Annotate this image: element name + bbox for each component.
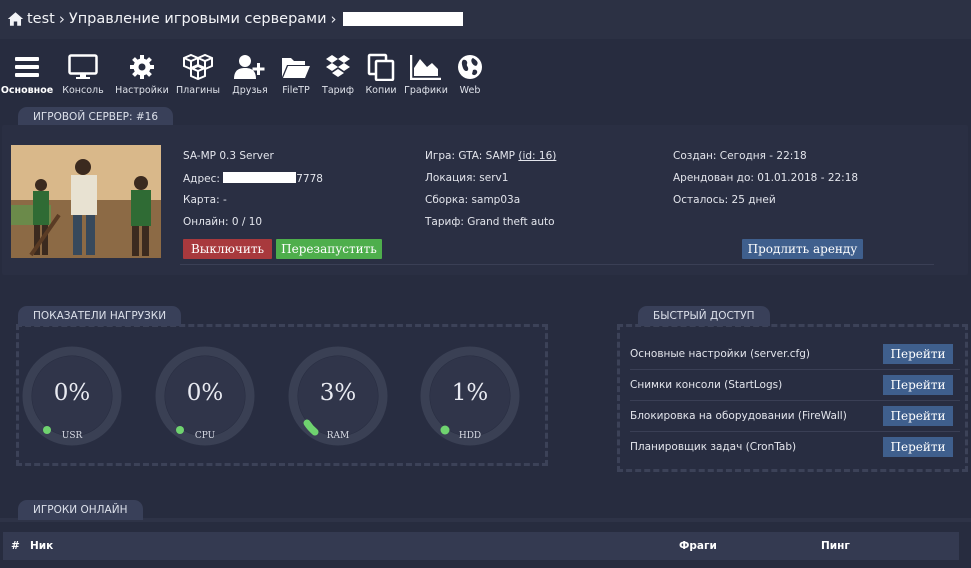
tool-friends[interactable]: Друзья [224, 52, 276, 98]
players-table-header: # Ник Фраги Пинг [3, 532, 959, 560]
tool-plugins[interactable]: Плагины [172, 52, 224, 98]
gauge-label: USR [61, 431, 83, 441]
breadcrumb-bar: test › Управление игровыми серверами › [0, 0, 971, 39]
server-remaining: Осталось: 25 дней [673, 194, 776, 206]
address-port: 7778 [296, 173, 323, 185]
tool-label: Тариф [322, 85, 354, 96]
globe-icon [458, 55, 482, 79]
quick-item-label: Планировщик задач (CronTab) [630, 441, 797, 453]
home-icon[interactable] [7, 11, 24, 27]
gauge-value: 3% [319, 380, 357, 406]
gauge-ram: 3% RAM [288, 346, 388, 446]
gauge-label: HDD [458, 431, 482, 441]
gauge-value: 1% [451, 380, 489, 406]
breadcrumb-section[interactable]: Управление игровыми серверами [69, 11, 327, 27]
dropbox-icon [326, 55, 350, 77]
column-ping: Пинг [821, 540, 850, 552]
stop-button[interactable]: Выключить [183, 239, 272, 259]
server-build: Сборка: samp03a [425, 194, 521, 206]
tool-tariff[interactable]: Тариф [316, 52, 360, 98]
tool-main[interactable]: Основное [0, 52, 54, 98]
area-chart-icon [410, 55, 441, 80]
tool-label: FileTP [282, 85, 310, 96]
server-map: Карта: - [183, 194, 227, 206]
address-label: Адрес: [183, 173, 220, 185]
quick-item: Снимки консоли (StartLogs) Перейти [630, 370, 960, 401]
quick-item-label: Снимки консоли (StartLogs) [630, 379, 783, 391]
gauge-hdd: 1% HDD [420, 346, 520, 446]
gauge-label: RAM [326, 431, 350, 441]
gear-icon [130, 55, 154, 79]
tool-label: Web [459, 85, 481, 96]
server-created: Создан: Сегодня - 22:18 [673, 150, 807, 162]
tool-label: Консоль [62, 85, 104, 96]
quick-item-label: Основные настройки (server.cfg) [630, 348, 811, 360]
go-button[interactable]: Перейти [883, 375, 953, 395]
server-rented-until: Арендован до: 01.01.2018 - 22:18 [673, 172, 859, 184]
copy-icon [367, 53, 395, 81]
add-user-icon [234, 55, 265, 79]
tool-label: Графики [404, 85, 448, 96]
go-button[interactable]: Перейти [883, 406, 953, 426]
server-game-image [11, 145, 161, 258]
column-number: # [11, 540, 20, 552]
tool-filetp[interactable]: FileTP [276, 52, 316, 98]
tool-settings[interactable]: Настройки [112, 52, 172, 98]
go-button[interactable]: Перейти [883, 344, 953, 364]
tool-label: Копии [365, 85, 397, 96]
divider [180, 264, 934, 265]
players-section-tab: ИГРОКИ ОНЛАЙН [18, 500, 143, 520]
quick-item: Планировщик задач (CronTab) Перейти [630, 432, 960, 463]
column-nick: Ник [30, 540, 54, 552]
breadcrumb-root[interactable]: test [27, 11, 55, 27]
chevron-right-icon: › [58, 10, 65, 28]
gauge-value: 0% [53, 380, 91, 406]
tool-console[interactable]: Консоль [54, 52, 112, 98]
server-game: Игра: GTA: SAMP (id: 16) [425, 150, 556, 162]
column-frags: Фраги [679, 540, 717, 552]
tool-web[interactable]: Web [450, 52, 490, 98]
tool-label: Плагины [176, 85, 220, 96]
tool-label: Основное [0, 85, 54, 96]
server-toolbar: Основное Консоль Настройки Плагины Друзь… [0, 52, 490, 98]
tool-graphs[interactable]: Графики [402, 52, 450, 98]
server-name: SA-MP 0.3 Server [183, 150, 274, 162]
tool-label: Настройки [115, 85, 169, 96]
redacted-server-name [342, 12, 463, 26]
game-id-link[interactable]: (id: 16) [518, 150, 556, 162]
tool-copies[interactable]: Копии [360, 52, 402, 98]
menu-icon [15, 57, 39, 77]
restart-button[interactable]: Перезапустить [276, 239, 382, 259]
server-location: Локация: serv1 [425, 172, 509, 184]
gauge-cpu: 0% CPU [155, 346, 255, 446]
server-tariff: Тариф: Grand theft auto [425, 216, 555, 228]
extend-rent-button[interactable]: Продлить аренду [742, 239, 863, 259]
gauge-usr: 0% USR [22, 346, 122, 446]
redacted-ip [223, 172, 297, 183]
server-section-tab: ИГРОВОЙ СЕРВЕР: #16 [18, 107, 174, 127]
breadcrumb: test › Управление игровыми серверами › [7, 9, 463, 29]
cubes-icon [183, 53, 213, 81]
go-button[interactable]: Перейти [883, 437, 953, 457]
quick-section-tab: БЫСТРЫЙ ДОСТУП [638, 306, 770, 326]
quick-item: Блокировка на оборудовании (FireWall) Пе… [630, 401, 960, 432]
gauge-value: 0% [186, 380, 224, 406]
folder-icon [282, 58, 310, 78]
quick-item-label: Блокировка на оборудовании (FireWall) [630, 410, 847, 422]
server-address: Адрес: 7778 [183, 172, 323, 185]
server-online: Онлайн: 0 / 10 [183, 216, 263, 228]
monitor-icon [68, 54, 98, 79]
load-section-tab: ПОКАЗАТЕЛИ НАГРУЗКИ [18, 306, 182, 326]
chevron-right-icon: › [330, 10, 337, 28]
quick-item: Основные настройки (server.cfg) Перейти [630, 339, 960, 370]
tool-label: Друзья [232, 85, 268, 96]
divider [0, 518, 971, 522]
gauge-label: CPU [194, 431, 216, 441]
game-name: Игра: GTA: SAMP [425, 150, 516, 162]
